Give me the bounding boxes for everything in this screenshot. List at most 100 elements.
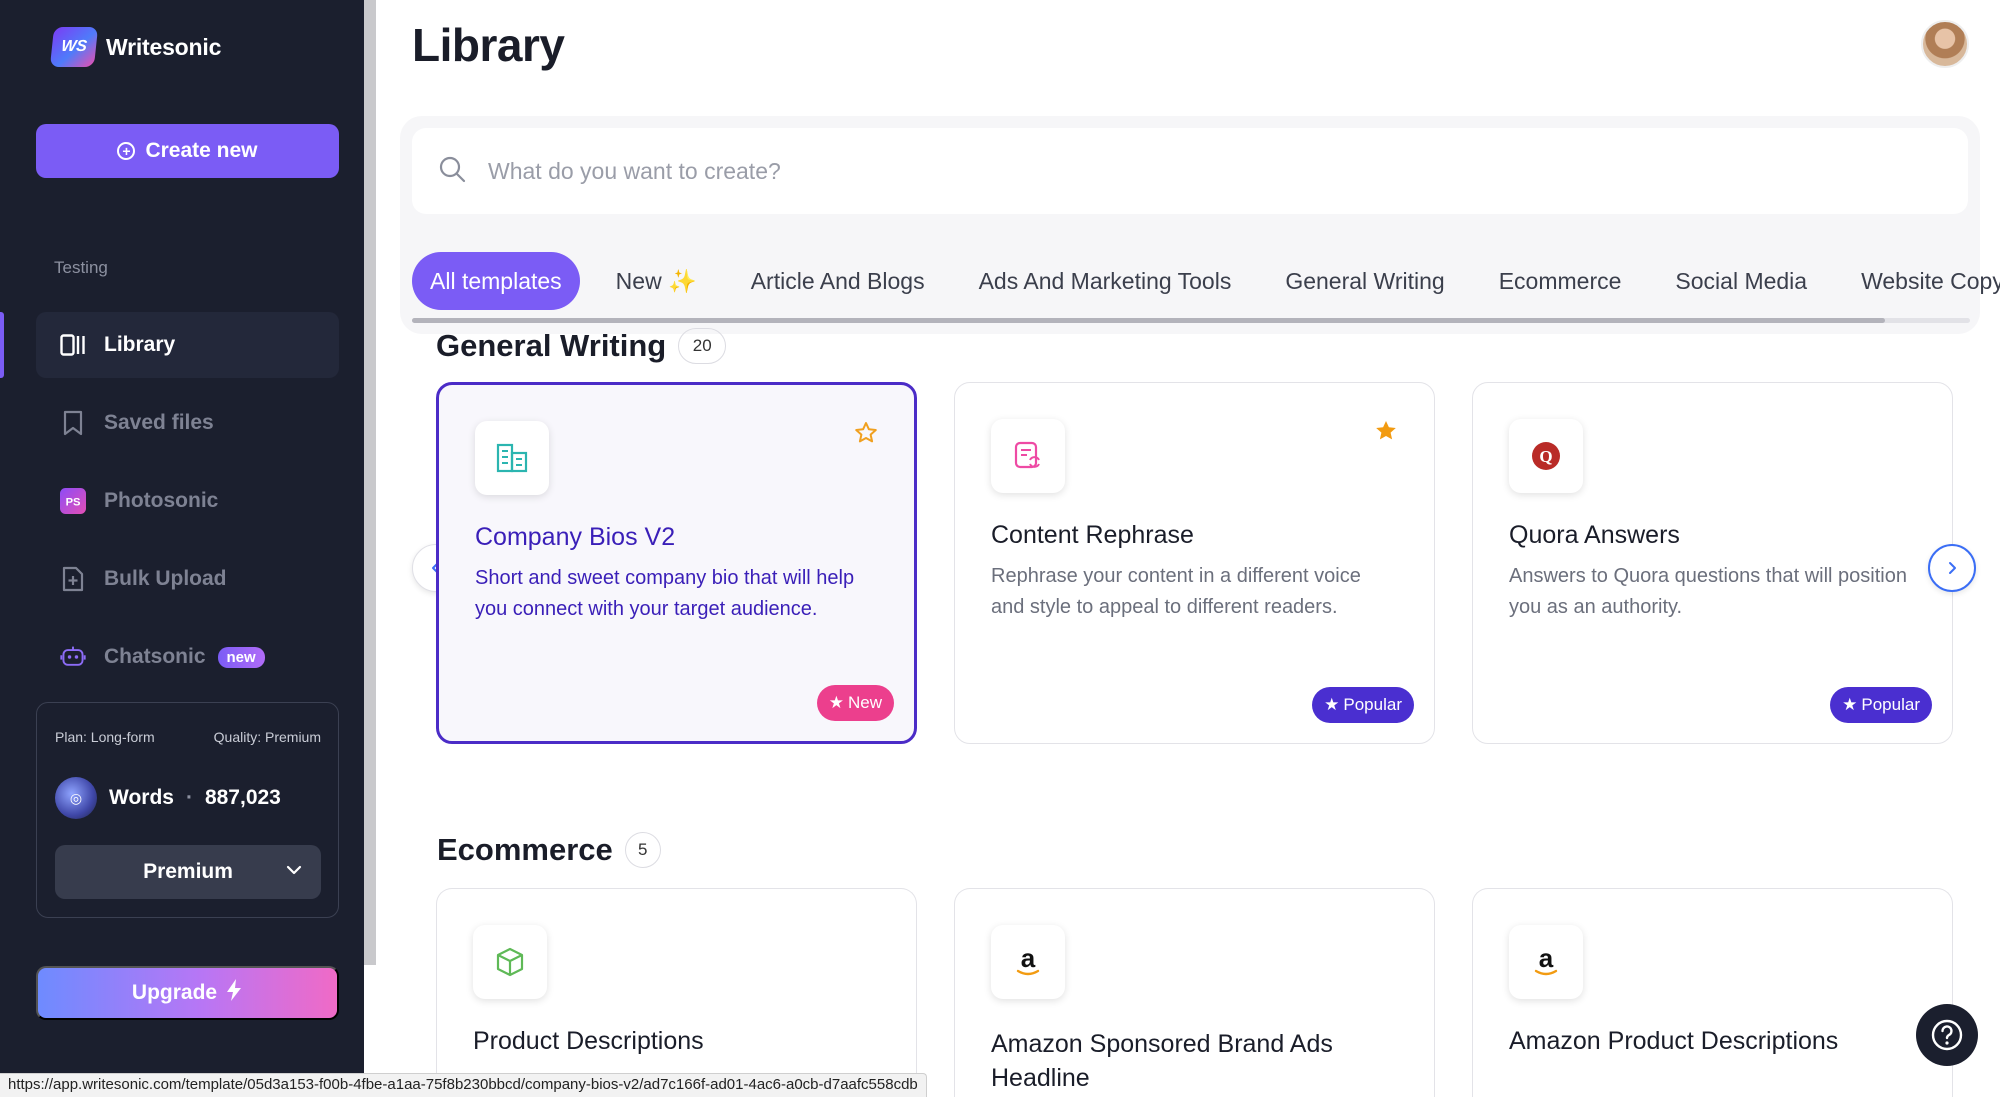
plan-card: Plan: Long-form Quality: Premium ◎ Words… xyxy=(36,702,339,918)
sidebar-item-chatsonic[interactable]: Chatsonic new xyxy=(36,624,339,690)
words-balance: ◎ Words · 887,023 xyxy=(55,777,281,819)
template-card-quora-answers[interactable]: Q Quora Answers Answers to Quora questio… xyxy=(1472,382,1953,744)
sidebar-item-label: Photosonic xyxy=(104,489,219,512)
quality-select[interactable]: Premium xyxy=(55,845,321,899)
tabs-scroll-thumb[interactable] xyxy=(412,318,1885,323)
create-new-button[interactable]: + Create new xyxy=(36,124,339,178)
sidebar-item-library[interactable]: Library xyxy=(36,312,339,378)
search-bar[interactable] xyxy=(412,128,1968,214)
card-title: Quora Answers xyxy=(1509,521,1680,549)
card-description: Short and sweet company bio that will he… xyxy=(475,567,855,620)
tab-social-media[interactable]: Social Media xyxy=(1657,252,1825,310)
favorite-star-icon[interactable] xyxy=(854,421,878,450)
template-card-amazon-sponsored-brand-ads[interactable]: a Amazon Sponsored Brand Ads Headline xyxy=(954,888,1435,1097)
new-badge: ★ New xyxy=(816,685,894,721)
status-bar-url: https://app.writesonic.com/template/05d3… xyxy=(0,1073,927,1097)
tab-ecommerce[interactable]: Ecommerce xyxy=(1481,252,1640,310)
upgrade-button[interactable]: Upgrade xyxy=(36,966,339,1020)
card-title: Product Descriptions xyxy=(473,1027,704,1055)
credits-orb-icon: ◎ xyxy=(55,777,97,819)
tab-ads-and-marketing-tools[interactable]: Ads And Marketing Tools xyxy=(961,252,1250,310)
section-count: 5 xyxy=(624,832,661,868)
file-plus-icon xyxy=(60,566,86,592)
rephrase-icon xyxy=(991,419,1065,493)
app-logo[interactable]: WS Writesonic xyxy=(49,27,222,67)
template-card-amazon-product-descriptions[interactable]: a Amazon Product Descriptions xyxy=(1472,888,1953,1097)
chevron-right-icon xyxy=(1949,562,1956,574)
search-icon xyxy=(438,155,466,188)
favorite-star-filled-icon[interactable] xyxy=(1374,419,1398,448)
svg-text:PS: PS xyxy=(66,497,81,509)
question-icon xyxy=(1931,1019,1963,1051)
upgrade-label: Upgrade xyxy=(131,981,218,1004)
tab-new[interactable]: New ✨ xyxy=(598,252,715,310)
app-name: Writesonic xyxy=(106,33,222,60)
sidebar-item-saved-files[interactable]: Saved files xyxy=(36,390,339,456)
section-title-text: Ecommerce xyxy=(437,832,613,867)
lightning-icon xyxy=(225,978,243,1008)
search-input[interactable] xyxy=(488,157,1888,185)
carousel-next-button[interactable] xyxy=(1928,544,1976,592)
chevron-down-icon xyxy=(285,861,303,885)
sidebar-item-label: Chatsonic xyxy=(104,645,206,668)
section-title-ecommerce: Ecommerce 5 xyxy=(437,832,661,868)
sidebar-scrollbar[interactable] xyxy=(364,0,376,965)
section-count: 20 xyxy=(678,328,727,364)
help-button[interactable] xyxy=(1916,1004,1978,1066)
card-description: Answers to Quora questions that will pos… xyxy=(1509,565,1907,618)
tab-article-and-blogs[interactable]: Article And Blogs xyxy=(733,252,943,310)
sidebar-item-photosonic[interactable]: PS Photosonic xyxy=(36,468,339,534)
badge-label: New xyxy=(847,693,882,712)
building-icon xyxy=(475,421,549,495)
writesonic-logo-icon: WS xyxy=(49,27,99,67)
tab-website-copy[interactable]: Website Copy xyxy=(1843,252,2000,310)
photosonic-icon: PS xyxy=(60,488,86,514)
box-icon xyxy=(473,925,547,999)
svg-text:Q: Q xyxy=(1539,447,1552,466)
card-title: Content Rephrase xyxy=(991,521,1194,549)
svg-text:a: a xyxy=(1539,945,1554,973)
amazon-icon: a xyxy=(991,925,1065,999)
page-title: Library xyxy=(412,19,565,71)
badge-label: Popular xyxy=(1343,695,1402,714)
sidebar-item-label: Bulk Upload xyxy=(104,567,227,590)
quora-icon: Q xyxy=(1509,419,1583,493)
card-title: Amazon Product Descriptions xyxy=(1509,1027,1839,1055)
plan-info: Plan: Long-form Quality: Premium xyxy=(55,729,321,745)
section-title-general-writing: General Writing 20 xyxy=(436,326,727,366)
template-card-content-rephrase[interactable]: Content Rephrase Rephrase your content i… xyxy=(954,382,1435,744)
card-title: Company Bios V2 xyxy=(475,523,676,551)
star-icon: ★ xyxy=(828,693,844,712)
popular-badge: ★ Popular xyxy=(1312,687,1414,723)
words-separator: · xyxy=(185,786,193,809)
workspace-label: Testing xyxy=(54,258,108,277)
active-indicator xyxy=(0,312,4,378)
badge-label: Popular xyxy=(1861,695,1920,714)
create-new-label: Create new xyxy=(145,139,258,162)
words-count: 887,023 xyxy=(204,786,281,809)
tab-all-templates[interactable]: All templates xyxy=(412,252,580,310)
star-icon: ★ xyxy=(1324,695,1340,714)
robot-icon xyxy=(60,644,86,670)
words-label: Words xyxy=(109,786,174,809)
svg-text:a: a xyxy=(1021,945,1036,973)
quality-select-value: Premium xyxy=(143,860,233,883)
sidebar-item-label: Library xyxy=(104,333,176,356)
plus-circle-icon: + xyxy=(117,142,136,160)
plan-text: Plan: Long-form xyxy=(55,729,155,745)
popular-badge: ★ Popular xyxy=(1830,687,1932,723)
card-description: Rephrase your content in a different voi… xyxy=(991,565,1361,618)
template-card-company-bios-v2[interactable]: Company Bios V2 Short and sweet company … xyxy=(436,382,917,744)
amazon-icon: a xyxy=(1509,925,1583,999)
section-title-text: General Writing xyxy=(436,328,667,363)
sidebar-item-label: Saved files xyxy=(104,411,214,434)
bookmark-icon xyxy=(60,410,86,436)
quality-text: Quality: Premium xyxy=(213,729,321,745)
tab-general-writing[interactable]: General Writing xyxy=(1267,252,1462,310)
user-avatar[interactable] xyxy=(1921,20,1969,68)
template-card-product-descriptions[interactable]: Product Descriptions xyxy=(436,888,917,1097)
library-icon xyxy=(60,332,86,358)
new-badge: new xyxy=(217,646,265,668)
category-tabs: All templates New ✨ Article And Blogs Ad… xyxy=(412,252,2000,310)
sidebar-item-bulk-upload[interactable]: Bulk Upload xyxy=(36,546,339,612)
